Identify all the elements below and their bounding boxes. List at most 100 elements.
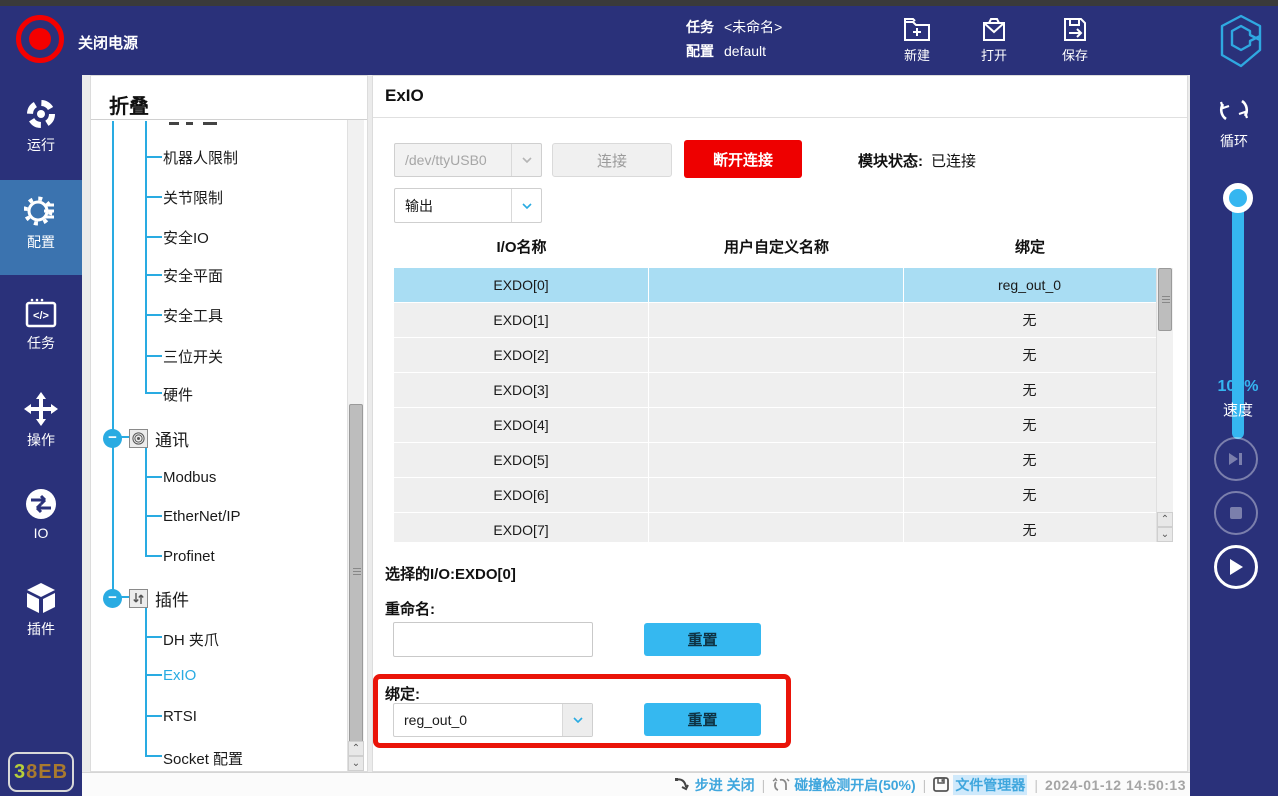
tree-branch-line <box>145 604 147 757</box>
connect-button[interactable]: 连接 <box>552 143 672 177</box>
scroll-down-button[interactable]: ⌄ <box>348 756 364 771</box>
collapse-toggle[interactable]: − <box>103 589 122 608</box>
direction-select[interactable]: 输出 <box>394 188 542 223</box>
new-button[interactable]: 新建 <box>886 16 948 64</box>
tree-tick <box>146 392 162 394</box>
exio-panel: ExIO /dev/ttyUSB0 连接 断开连接 模块状态:已连接 输出 I/… <box>372 75 1188 772</box>
scroll-down-button[interactable]: ⌄ <box>1157 527 1173 542</box>
tree-group-plugin[interactable]: − 插件 <box>103 586 189 611</box>
speed-percent: 100% <box>1190 378 1278 396</box>
tree-item-safety-tool[interactable]: 安全工具 <box>163 305 223 326</box>
config-tree-panel: 折叠 机器人限制 关节限制 安全IO 安全平面 安全工具 三位开关 <box>90 75 368 772</box>
tree-item-rtsi[interactable]: RTSI <box>163 708 197 725</box>
scroll-up-button[interactable]: ⌃ <box>348 741 364 756</box>
tree-item-hardware[interactable]: 硬件 <box>163 384 193 405</box>
power-button[interactable] <box>16 15 64 63</box>
tree-tick <box>146 236 162 238</box>
table-row[interactable]: EXDO[4]无 <box>394 408 1156 442</box>
step-icon <box>674 777 691 792</box>
sidebar-item-operate[interactable]: 操作 <box>0 378 82 473</box>
collapse-header[interactable]: 折叠 <box>109 90 149 119</box>
run-icon <box>24 97 58 131</box>
rename-reset-button[interactable]: 重置 <box>644 623 761 656</box>
play-icon <box>1228 558 1244 576</box>
task-label: 任务 <box>686 19 714 35</box>
tree-scrollbar-thumb[interactable] <box>349 404 363 744</box>
divider <box>91 119 367 120</box>
table-row[interactable]: EXDO[1]无 <box>394 303 1156 337</box>
save-button[interactable]: 保存 <box>1044 16 1106 64</box>
cube-icon <box>24 581 58 615</box>
table-row[interactable]: EXDO[5]无 <box>394 443 1156 477</box>
tree-item-socket-config[interactable]: Socket 配置 <box>163 748 243 769</box>
brand-logo-icon <box>1218 14 1264 68</box>
tree-item-exio[interactable]: ExIO <box>163 667 196 684</box>
rename-input[interactable] <box>393 622 593 657</box>
device-select[interactable]: /dev/ttyUSB0 <box>394 143 542 177</box>
skip-next-icon <box>1227 451 1245 467</box>
collision-status[interactable]: 碰撞检测开启(50%) <box>772 775 915 795</box>
table-scrollbar[interactable]: ⌃ ⌄ <box>1156 268 1173 542</box>
scroll-up-button[interactable]: ⌃ <box>1157 512 1173 527</box>
svg-text:</>: </> <box>33 310 49 322</box>
sidebar-item-plugin[interactable]: 插件 <box>0 567 82 662</box>
task-value: <未命名> <box>724 19 782 35</box>
new-folder-icon <box>903 16 931 42</box>
tree-scrollbar[interactable]: ⌃ ⌄ <box>347 120 364 771</box>
open-icon <box>980 16 1008 42</box>
sidebar-item-run[interactable]: 运行 <box>0 83 82 178</box>
binding-select-value: reg_out_0 <box>394 712 562 728</box>
cycle-mode-button[interactable]: 循环 <box>1190 93 1278 151</box>
open-label: 打开 <box>981 48 1007 63</box>
cycle-icon <box>1216 93 1252 127</box>
tree-group-comm[interactable]: − 通讯 <box>103 426 189 451</box>
tree-item-joint-limit[interactable]: 关节限制 <box>163 187 223 208</box>
io-arrows-icon <box>24 487 58 521</box>
tree-item-profinet[interactable]: Profinet <box>163 548 215 565</box>
stop-button[interactable] <box>1214 491 1258 535</box>
tree-item-safety-plane[interactable]: 安全平面 <box>163 265 223 286</box>
sidebar-item-task[interactable]: </> 任务 <box>0 283 82 378</box>
binding-select[interactable]: reg_out_0 <box>393 703 593 737</box>
separator: | <box>1034 777 1038 793</box>
table-row[interactable]: EXDO[6]无 <box>394 478 1156 512</box>
table-row[interactable]: EXDO[7]无 <box>394 513 1156 542</box>
play-button[interactable] <box>1214 545 1258 589</box>
tree-item-dh-gripper[interactable]: DH 夹爪 <box>163 629 219 650</box>
step-next-button[interactable] <box>1214 437 1258 481</box>
binding-label: 绑定: <box>385 683 420 704</box>
file-manager-button[interactable]: 文件管理器 <box>933 775 1027 795</box>
tree-item-ethernet-ip[interactable]: EtherNet/IP <box>163 508 241 525</box>
table-row[interactable]: EXDO[0]reg_out_0 <box>394 268 1156 302</box>
tree-tick <box>146 196 162 198</box>
disconnect-button[interactable]: 断开连接 <box>684 140 802 178</box>
col-header-binding: 绑定 <box>904 236 1156 260</box>
open-button[interactable]: 打开 <box>963 16 1025 64</box>
sidebar-item-io[interactable]: IO <box>0 473 82 568</box>
tree-item-robot-limit[interactable]: 机器人限制 <box>163 147 238 168</box>
binding-reset-button[interactable]: 重置 <box>644 703 761 736</box>
module-status: 模块状态:已连接 <box>858 150 976 171</box>
config-value: default <box>724 43 766 59</box>
power-label: 关闭电源 <box>78 32 138 53</box>
step-mode-status[interactable]: 步进 关闭 <box>674 775 755 795</box>
table-row[interactable]: EXDO[3]无 <box>394 373 1156 407</box>
collapse-toggle[interactable]: − <box>103 429 122 448</box>
tree-item-safety-io[interactable]: 安全IO <box>163 227 209 248</box>
tree-tick <box>146 156 162 158</box>
disk-icon <box>933 777 949 792</box>
tree-branch-line <box>145 444 147 557</box>
col-header-io-name: I/O名称 <box>394 236 649 260</box>
run-label: 运行 <box>27 137 55 153</box>
sidebar-item-config[interactable]: 配置 <box>0 180 82 275</box>
tree-item-3pos-switch[interactable]: 三位开关 <box>163 346 223 367</box>
tree-item-modbus[interactable]: Modbus <box>163 469 216 486</box>
io-tab-label: IO <box>34 525 49 541</box>
clipped-tree-item <box>203 122 217 125</box>
badge-part-1: 3 <box>14 761 26 783</box>
table-scrollbar-thumb[interactable] <box>1158 268 1172 331</box>
table-row[interactable]: EXDO[2]无 <box>394 338 1156 372</box>
tree-tick <box>146 674 162 676</box>
speed-slider-knob[interactable] <box>1223 183 1253 213</box>
task-config-block: 任务<未命名> 配置default <box>686 15 782 63</box>
